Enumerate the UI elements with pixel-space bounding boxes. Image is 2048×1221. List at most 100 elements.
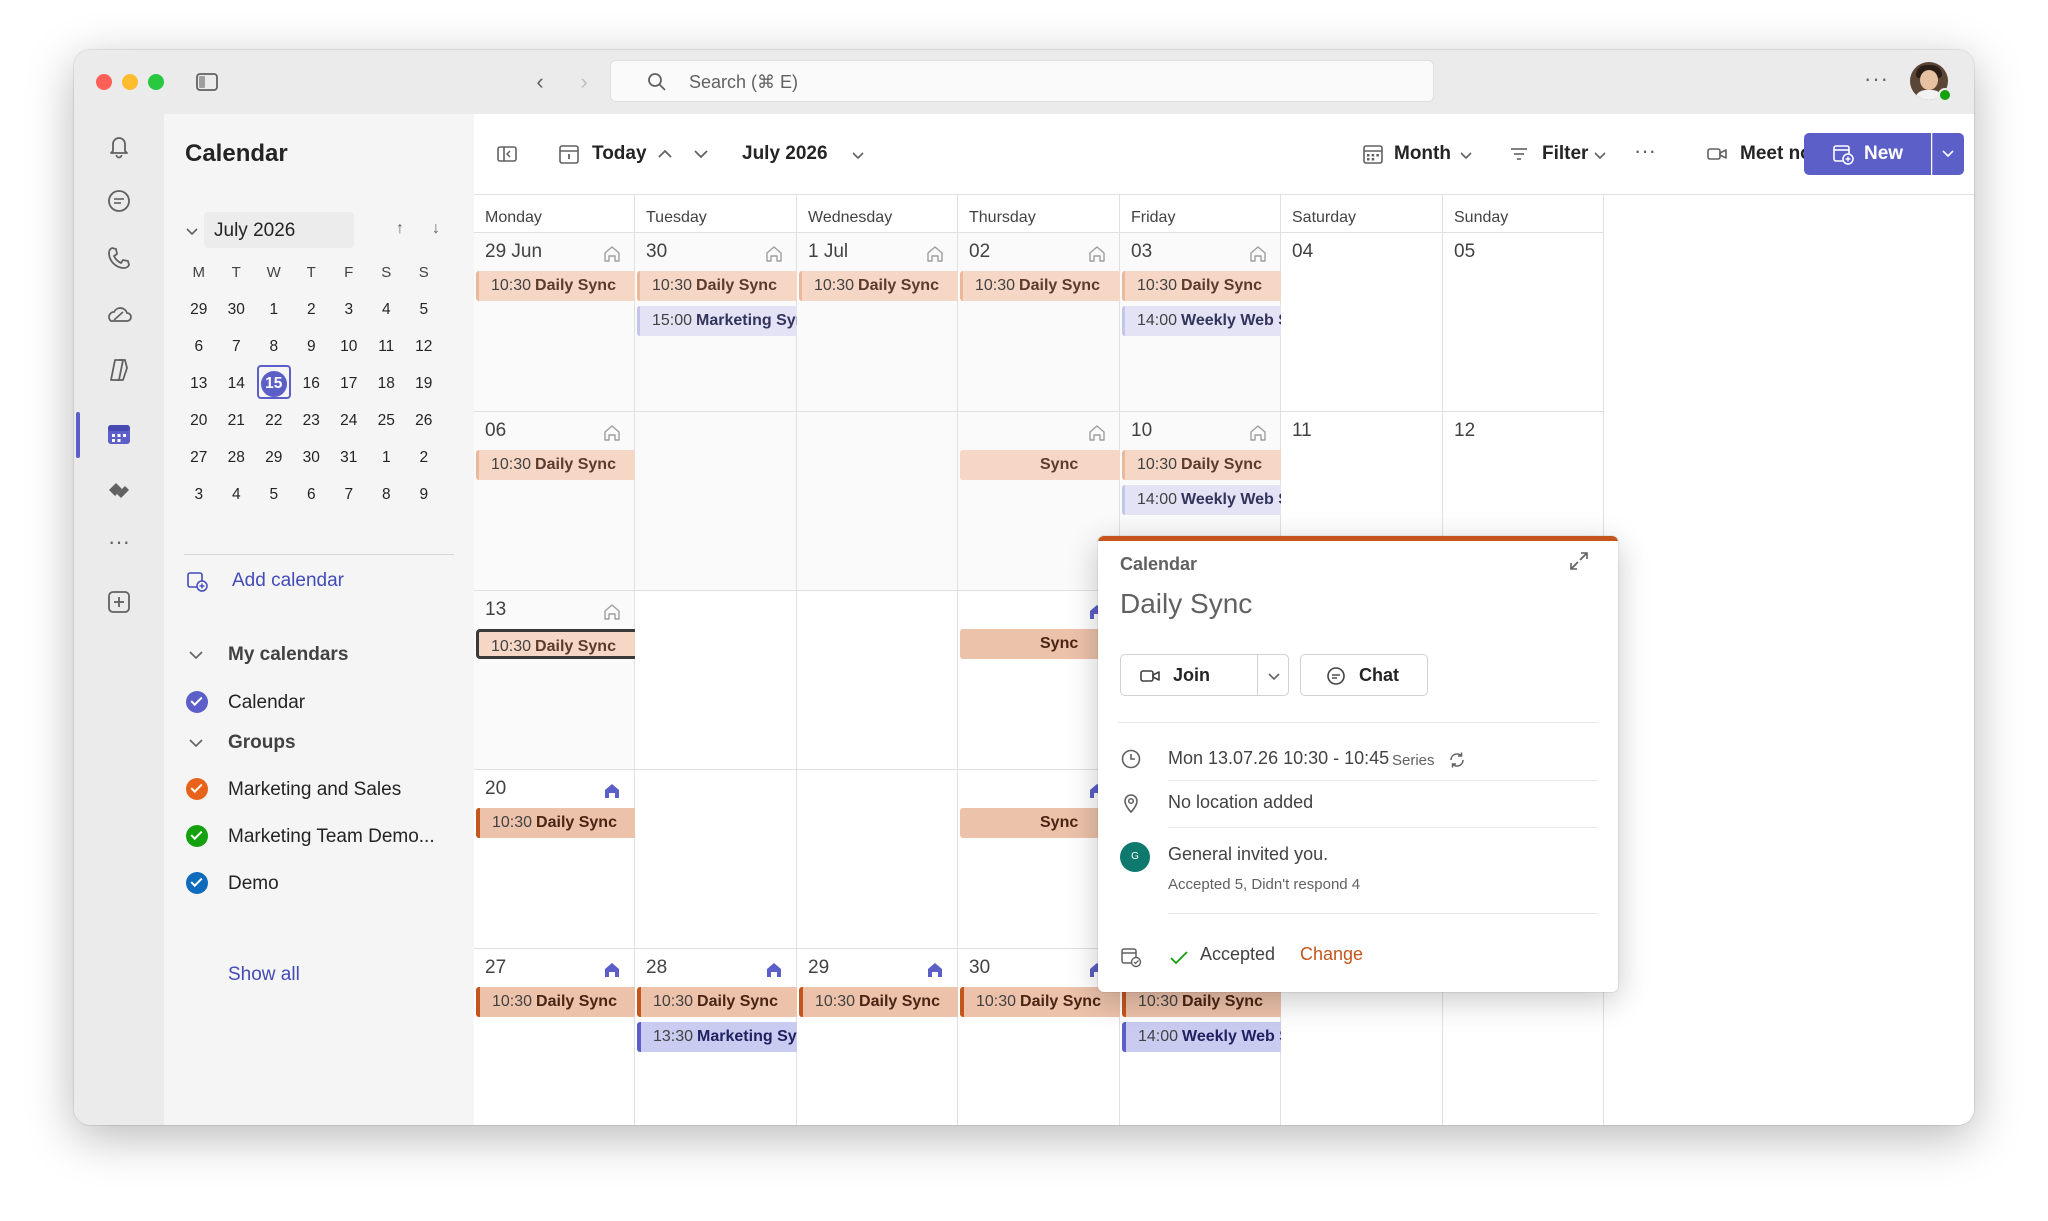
mini-day[interactable]: 28 (218, 449, 256, 467)
zoom-window-button[interactable] (148, 74, 164, 90)
mini-day[interactable]: 26 (405, 412, 443, 430)
join-button[interactable]: Join (1120, 654, 1258, 696)
close-window-button[interactable] (96, 74, 112, 90)
work-location-home-icon[interactable] (603, 961, 621, 979)
sidebar-toggle-icon[interactable] (194, 70, 220, 94)
work-location-home-icon[interactable] (603, 603, 621, 621)
day-cell[interactable]: Sync (958, 591, 1158, 770)
mini-day[interactable]: 1 (368, 449, 406, 467)
add-app-icon[interactable] (105, 588, 133, 616)
filter-chevron-icon[interactable] (1592, 147, 1608, 163)
mini-day-today[interactable]: 15 (255, 364, 293, 399)
mini-day[interactable]: 2 (405, 449, 443, 467)
group-marketing-team-checkbox[interactable] (186, 825, 208, 847)
mini-day[interactable]: 30 (293, 449, 331, 467)
mini-day[interactable]: 17 (330, 375, 368, 393)
calendar-checkbox[interactable] (186, 691, 208, 713)
mini-day[interactable]: 2 (293, 301, 331, 319)
mini-day[interactable]: 22 (255, 412, 293, 430)
chat-button[interactable]: Chat (1300, 654, 1428, 696)
mini-day[interactable]: 27 (180, 449, 218, 467)
mini-day[interactable]: 13 (180, 375, 218, 393)
toggle-pane-icon[interactable] (496, 143, 518, 165)
work-location-home-icon[interactable] (765, 961, 783, 979)
work-location-home-icon[interactable] (926, 245, 944, 263)
next-chevron-down-icon[interactable] (690, 143, 712, 165)
mini-day[interactable]: 31 (330, 449, 368, 467)
day-cell[interactable]: 20 10:30 Daily Sync (474, 770, 674, 949)
mini-day[interactable]: 10 (330, 338, 368, 356)
expand-icon[interactable] (1568, 550, 1590, 572)
popup-responses[interactable]: Accepted 5, Didn't respond 4 (1168, 876, 1360, 893)
new-event-button[interactable]: New (1804, 133, 1931, 175)
mini-day[interactable]: 12 (405, 338, 443, 356)
day-cell[interactable] (635, 412, 797, 591)
minimize-window-button[interactable] (122, 74, 138, 90)
day-cell[interactable]: 05 (1443, 233, 1604, 412)
new-dropdown-button[interactable] (1932, 133, 1964, 175)
mini-day[interactable]: 23 (293, 412, 331, 430)
add-calendar-icon[interactable] (186, 570, 208, 592)
month-picker[interactable]: July 2026 (742, 143, 828, 165)
organizer-avatar[interactable]: G (1120, 842, 1150, 872)
mini-day[interactable]: 14 (218, 375, 256, 393)
mini-day[interactable]: 7 (330, 486, 368, 504)
group-marketing-sales-checkbox[interactable] (186, 778, 208, 800)
day-cell[interactable]: 1 Jul 10:30 Daily Sync (797, 233, 997, 412)
mini-day[interactable]: 20 (180, 412, 218, 430)
mini-day[interactable]: 1 (255, 301, 293, 319)
calendar-icon[interactable] (105, 420, 133, 448)
day-cell[interactable]: 13 10:30 Daily Sync (474, 591, 674, 770)
more-apps-icon[interactable]: ··· (105, 531, 133, 560)
forward-arrow-icon[interactable]: › (570, 68, 598, 96)
groups-chevron-icon[interactable] (188, 735, 204, 751)
mini-day[interactable]: 8 (255, 338, 293, 356)
today-button[interactable]: Today (592, 143, 647, 165)
copilot-icon[interactable] (105, 356, 133, 384)
day-cell[interactable]: 29 Jun 10:30 Daily Sync (474, 233, 674, 412)
mini-day[interactable]: 29 (180, 301, 218, 319)
group-item-marketing-team[interactable]: Marketing Team Demo... (228, 826, 435, 848)
day-cell[interactable] (797, 770, 958, 949)
day-cell[interactable]: 29 10:30 Daily Sync (797, 949, 997, 1125)
mini-day[interactable]: 6 (293, 486, 331, 504)
mini-day[interactable]: 5 (405, 301, 443, 319)
day-cell[interactable] (797, 591, 958, 770)
today-calendar-icon[interactable] (558, 143, 580, 165)
filter-button[interactable]: Filter (1542, 143, 1588, 165)
work-location-home-icon[interactable] (765, 245, 783, 263)
onedrive-icon[interactable] (105, 300, 133, 328)
mini-day[interactable]: 8 (368, 486, 406, 504)
show-all-link[interactable]: Show all (228, 964, 300, 986)
mini-day[interactable]: 9 (405, 486, 443, 504)
more-options-icon[interactable]: ··· (1864, 66, 1889, 92)
back-arrow-icon[interactable]: ‹ (526, 68, 554, 96)
view-chevron-icon[interactable] (1458, 147, 1474, 163)
work-location-home-icon[interactable] (926, 961, 944, 979)
mini-day[interactable]: 9 (293, 338, 331, 356)
planner-icon[interactable] (105, 476, 133, 504)
day-cell[interactable] (635, 770, 797, 949)
work-location-home-icon[interactable] (603, 424, 621, 442)
previous-chevron-up-icon[interactable] (654, 143, 676, 165)
calls-icon[interactable] (105, 244, 133, 272)
mini-day[interactable]: 25 (368, 412, 406, 430)
work-location-home-icon[interactable] (603, 245, 621, 263)
bell-icon[interactable] (105, 132, 133, 160)
mini-day[interactable]: 3 (180, 486, 218, 504)
day-cell[interactable]: 02 10:30 Daily Sync (958, 233, 1158, 412)
month-view-icon[interactable] (1362, 143, 1384, 165)
day-cell[interactable]: 06 10:30 Daily Sync (474, 412, 674, 591)
search-input[interactable]: Search (⌘ E) (610, 60, 1434, 102)
mini-day[interactable]: 7 (218, 338, 256, 356)
day-cell[interactable]: 30 10:30 Daily Sync 15:00 Marketing Syn (635, 233, 835, 412)
mini-day[interactable]: 29 (255, 449, 293, 467)
view-switcher[interactable]: Month (1394, 143, 1451, 165)
mini-day[interactable]: 11 (368, 338, 406, 356)
mini-day[interactable]: 6 (180, 338, 218, 356)
mini-day[interactable]: 24 (330, 412, 368, 430)
work-location-home-icon[interactable] (1249, 424, 1267, 442)
mini-day[interactable]: 5 (255, 486, 293, 504)
month-picker-chevron-icon[interactable] (850, 147, 866, 163)
add-calendar-link[interactable]: Add calendar (232, 570, 344, 592)
